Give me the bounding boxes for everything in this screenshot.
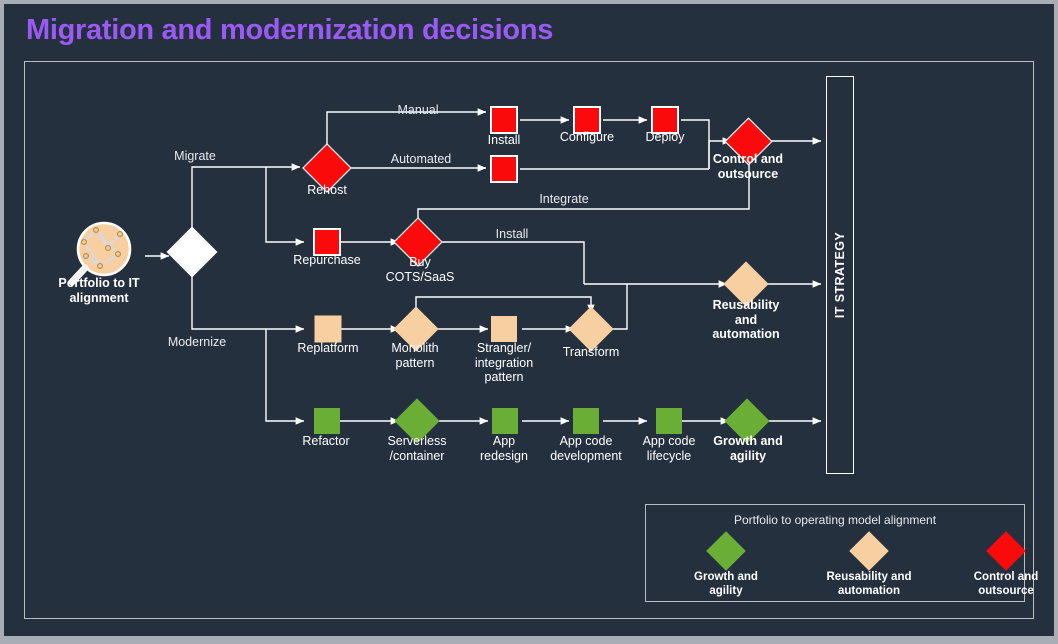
label-strangler: Strangler/ integration pattern: [474, 341, 534, 384]
legend-reusability-automation: Reusability and automation: [809, 531, 929, 598]
edge-label-modernize: Modernize: [167, 335, 227, 349]
legend-growth-agility: Growth and agility: [666, 531, 786, 598]
edge-label-migrate: Migrate: [174, 149, 216, 163]
legend-title: Portfolio to operating model alignment: [733, 513, 937, 527]
legend-label-reusability-automation: Reusability and automation: [826, 571, 912, 597]
label-refactor: Refactor: [302, 434, 350, 448]
label-serverless: Serverless /container: [387, 434, 447, 463]
legend-swatch-red: [986, 531, 1026, 571]
it-strategy-label: IT STRATEGY: [833, 231, 847, 319]
label-deploy: Deploy: [645, 130, 685, 144]
legend-panel: Portfolio to operating model alignment G…: [645, 504, 1038, 602]
label-monolith: Monolith pattern: [391, 341, 439, 370]
start-label: Portfolio to IT alignment: [58, 276, 140, 305]
legend-swatch-peach: [849, 531, 889, 571]
label-control-outsource: Control and outsource: [712, 152, 784, 181]
label-rehost: Rehost: [307, 183, 347, 197]
label-reusability: Reusability and automation: [712, 298, 780, 341]
label-install: Install: [487, 133, 521, 147]
label-transform: Transform: [562, 345, 620, 359]
edge-label-automated: Automated: [390, 152, 452, 166]
edge-label-install-cots: Install: [495, 227, 529, 241]
slide-canvas: Migration and modernization decisions Po…: [4, 4, 1054, 636]
edge-label-integrate: Integrate: [539, 192, 589, 206]
legend-label-control-outsource: Control and outsource: [973, 571, 1039, 597]
legend-swatch-green: [706, 531, 746, 571]
legend-control-outsource: Control and outsource: [946, 531, 1058, 598]
legend-label-growth-agility: Growth and agility: [694, 571, 758, 597]
label-buy-cots: Buy COTS/SaaS: [385, 255, 455, 284]
page-title: Migration and modernization decisions: [26, 14, 554, 46]
edge-label-manual: Manual: [397, 103, 439, 117]
label-growth-agility: Growth and agility: [713, 434, 783, 463]
